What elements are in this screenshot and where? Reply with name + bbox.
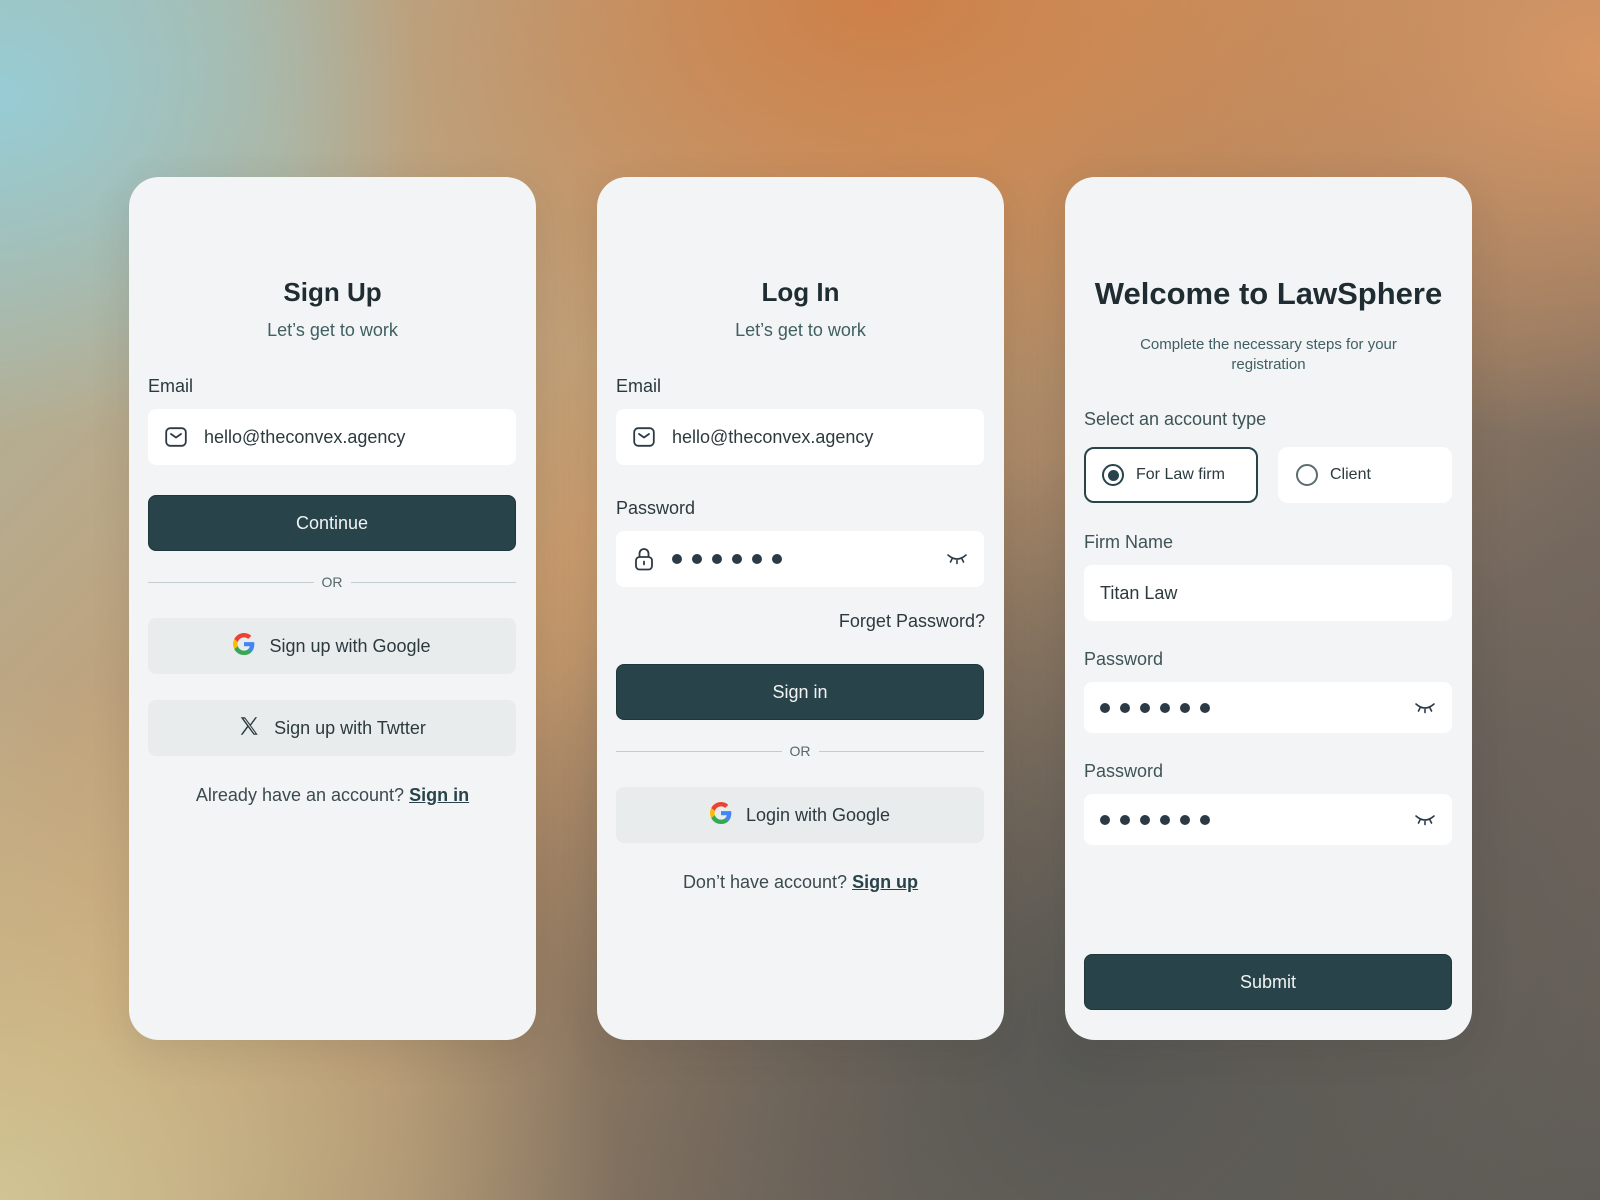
divider-line xyxy=(148,581,314,583)
signup-title: Sign Up xyxy=(283,277,382,307)
password-dots xyxy=(1100,702,1210,713)
lock-icon xyxy=(632,547,656,571)
email-label: Email xyxy=(148,376,194,396)
radio-unchecked-icon xyxy=(1296,464,1318,486)
welcome-title: Welcome to LawSphere xyxy=(1094,276,1443,311)
email-value: hello@theconvex.agency xyxy=(204,426,406,447)
email-field[interactable]: hello@theconvex.agency xyxy=(616,409,984,465)
submit-button[interactable]: Submit xyxy=(1084,954,1452,1010)
or-divider: OR xyxy=(616,741,984,761)
registration-card: Welcome to LawSphere Complete the necess… xyxy=(1065,177,1472,1040)
signin-prompt: Already have an account? Sign in xyxy=(129,785,536,806)
account-type-client[interactable]: Client xyxy=(1278,447,1452,503)
divider-line xyxy=(616,750,782,752)
login-card: Log In Let’s get to work Email hello@the… xyxy=(597,177,1004,1040)
firm-name-value: Titan Law xyxy=(1100,582,1178,603)
mail-icon xyxy=(632,425,656,449)
divider-line xyxy=(350,581,516,583)
signin-link[interactable]: Sign in xyxy=(409,785,469,805)
google-icon xyxy=(233,632,255,660)
password-label: Password xyxy=(1084,649,1164,669)
eye-closed-icon[interactable] xyxy=(946,552,968,566)
password-label: Password xyxy=(616,498,696,518)
signup-prompt: Don’t have account? Sign up xyxy=(597,872,1004,893)
confirm-password-field[interactable] xyxy=(1084,794,1452,845)
email-label: Email xyxy=(616,376,662,396)
mail-icon xyxy=(164,425,188,449)
x-logo-icon xyxy=(238,715,260,742)
account-type-label: Select an account type xyxy=(1084,409,1267,429)
account-type-law-firm[interactable]: For Law firm xyxy=(1084,447,1258,503)
password-field[interactable] xyxy=(1084,682,1452,733)
password-dots xyxy=(672,554,782,564)
or-divider: OR xyxy=(148,572,516,592)
signin-prompt-text: Already have an account? xyxy=(195,785,405,805)
password-field[interactable] xyxy=(616,531,984,587)
email-field[interactable]: hello@theconvex.agency xyxy=(148,409,516,465)
signup-prompt-text: Don’t have account? xyxy=(682,872,848,892)
google-login-label: Login with Google xyxy=(745,804,891,825)
signup-link[interactable]: Sign up xyxy=(852,872,918,892)
welcome-subtitle: Complete the necessary steps for your re… xyxy=(1140,336,1397,373)
or-label: OR xyxy=(321,574,343,590)
google-signup-label: Sign up with Google xyxy=(269,635,431,656)
continue-button[interactable]: Continue xyxy=(148,495,516,551)
account-type-label-law-firm: For Law firm xyxy=(1136,466,1225,483)
eye-closed-icon[interactable] xyxy=(1414,701,1436,715)
login-subtitle: Let’s get to work xyxy=(735,320,866,340)
twitter-signup-button[interactable]: Sign up with Twtter xyxy=(148,700,516,756)
radio-checked-icon xyxy=(1102,464,1124,486)
login-title: Log In xyxy=(761,277,840,307)
eye-closed-icon[interactable] xyxy=(1414,813,1436,827)
confirm-password-label: Password xyxy=(1084,761,1164,781)
divider-line xyxy=(818,750,984,752)
google-icon xyxy=(709,801,732,829)
firm-name-label: Firm Name xyxy=(1084,532,1173,552)
google-login-button[interactable]: Login with Google xyxy=(616,787,984,843)
forget-password-link[interactable]: Forget Password? xyxy=(839,611,985,632)
signin-button[interactable]: Sign in xyxy=(616,664,984,720)
twitter-signup-label: Sign up with Twtter xyxy=(274,717,426,738)
password-dots xyxy=(1100,814,1210,825)
email-value: hello@theconvex.agency xyxy=(672,426,874,447)
or-label: OR xyxy=(789,743,811,759)
firm-name-field[interactable]: Titan Law xyxy=(1084,565,1452,621)
google-signup-button[interactable]: Sign up with Google xyxy=(148,618,516,674)
signup-subtitle: Let’s get to work xyxy=(267,320,398,340)
signup-card: Sign Up Let’s get to work Email hello@th… xyxy=(129,177,536,1040)
account-type-label-client: Client xyxy=(1330,466,1371,483)
